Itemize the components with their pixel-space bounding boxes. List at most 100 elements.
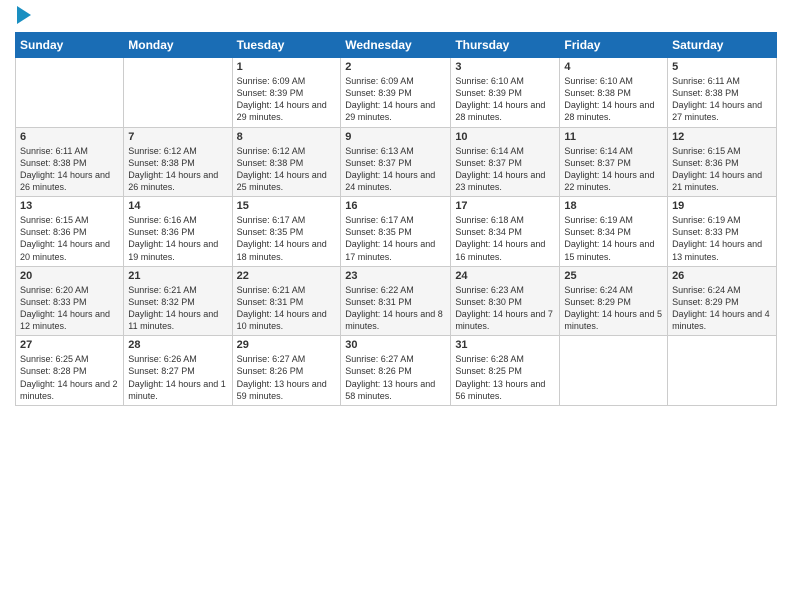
day-number: 7 bbox=[128, 131, 227, 143]
calendar-cell: 11Sunrise: 6:14 AM Sunset: 8:37 PM Dayli… bbox=[560, 127, 668, 197]
calendar-week-4: 20 Sunrise: 6:20 AM Sunset: 8:33 PM Dayli… bbox=[16, 266, 777, 336]
calendar-cell: 20 Sunrise: 6:20 AM Sunset: 8:33 PM Dayli… bbox=[16, 266, 124, 336]
day-number: 17 bbox=[455, 200, 555, 212]
calendar-cell: 15Sunrise: 6:17 AM Sunset: 8:35 PM Dayli… bbox=[232, 197, 341, 267]
day-info: Sunrise: 6:22 AM Sunset: 8:31 PM Dayligh… bbox=[345, 284, 446, 333]
day-info: Sunrise: 6:10 AM Sunset: 8:38 PM Dayligh… bbox=[564, 75, 663, 124]
day-number: 6 bbox=[20, 131, 119, 143]
day-number: 10 bbox=[455, 131, 555, 143]
day-info: Sunrise: 6:21 AM Sunset: 8:32 PM Dayligh… bbox=[128, 284, 227, 333]
day-info: Sunrise: 6:27 AM Sunset: 8:26 PM Dayligh… bbox=[237, 353, 337, 402]
day-info: Sunrise: 6:28 AM Sunset: 8:25 PM Dayligh… bbox=[455, 353, 555, 402]
day-number: 20 bbox=[20, 270, 119, 282]
day-info: Sunrise: 6:24 AM Sunset: 8:29 PM Dayligh… bbox=[672, 284, 772, 333]
calendar-cell: 18 Sunrise: 6:19 AM Sunset: 8:34 PM Dayli… bbox=[560, 197, 668, 267]
calendar-week-5: 27 Sunrise: 6:25 AM Sunset: 8:28 PM Dayli… bbox=[16, 336, 777, 406]
calendar-cell: 27 Sunrise: 6:25 AM Sunset: 8:28 PM Dayli… bbox=[16, 336, 124, 406]
day-number: 22 bbox=[237, 270, 337, 282]
calendar-cell: 22 Sunrise: 6:21 AM Sunset: 8:31 PM Dayli… bbox=[232, 266, 341, 336]
day-number: 2 bbox=[345, 61, 446, 73]
day-info: Sunrise: 6:14 AM Sunset: 8:37 PM Dayligh… bbox=[564, 145, 663, 194]
calendar-week-1: 1 Sunrise: 6:09 AM Sunset: 8:39 PM Daylig… bbox=[16, 58, 777, 128]
calendar-cell: 9 Sunrise: 6:13 AM Sunset: 8:37 PM Daylig… bbox=[341, 127, 451, 197]
calendar-cell: 29 Sunrise: 6:27 AM Sunset: 8:26 PM Dayli… bbox=[232, 336, 341, 406]
calendar-cell: 7 Sunrise: 6:12 AM Sunset: 8:38 PM Daylig… bbox=[124, 127, 232, 197]
day-info: Sunrise: 6:26 AM Sunset: 8:27 PM Dayligh… bbox=[128, 353, 227, 402]
day-number: 21 bbox=[128, 270, 227, 282]
calendar-week-3: 13 Sunrise: 6:15 AM Sunset: 8:36 PM Dayli… bbox=[16, 197, 777, 267]
day-info: Sunrise: 6:11 AM Sunset: 8:38 PM Dayligh… bbox=[672, 75, 772, 124]
day-number: 24 bbox=[455, 270, 555, 282]
day-info: Sunrise: 6:16 AM Sunset: 8:36 PM Dayligh… bbox=[128, 214, 227, 263]
day-number: 12 bbox=[672, 131, 772, 143]
calendar-cell: 2 Sunrise: 6:09 AM Sunset: 8:39 PM Daylig… bbox=[341, 58, 451, 128]
day-number: 19 bbox=[672, 200, 772, 212]
calendar-header-monday: Monday bbox=[124, 33, 232, 58]
calendar-header-row: SundayMondayTuesdayWednesdayThursdayFrid… bbox=[16, 33, 777, 58]
calendar-cell: 1 Sunrise: 6:09 AM Sunset: 8:39 PM Daylig… bbox=[232, 58, 341, 128]
day-info: Sunrise: 6:25 AM Sunset: 8:28 PM Dayligh… bbox=[20, 353, 119, 402]
calendar-cell: 19 Sunrise: 6:19 AM Sunset: 8:33 PM Dayli… bbox=[668, 197, 777, 267]
calendar-header-wednesday: Wednesday bbox=[341, 33, 451, 58]
calendar-cell bbox=[16, 58, 124, 128]
calendar-cell: 3 Sunrise: 6:10 AM Sunset: 8:39 PM Daylig… bbox=[451, 58, 560, 128]
logo-arrow-icon bbox=[17, 6, 31, 24]
day-info: Sunrise: 6:18 AM Sunset: 8:34 PM Dayligh… bbox=[455, 214, 555, 263]
calendar-cell: 30Sunrise: 6:27 AM Sunset: 8:26 PM Dayli… bbox=[341, 336, 451, 406]
header bbox=[15, 10, 777, 24]
calendar-cell: 24 Sunrise: 6:23 AM Sunset: 8:30 PM Dayli… bbox=[451, 266, 560, 336]
day-number: 15 bbox=[237, 200, 337, 212]
calendar-cell: 4 Sunrise: 6:10 AM Sunset: 8:38 PM Daylig… bbox=[560, 58, 668, 128]
calendar-cell: 26 Sunrise: 6:24 AM Sunset: 8:29 PM Dayli… bbox=[668, 266, 777, 336]
calendar-cell: 23 Sunrise: 6:22 AM Sunset: 8:31 PM Dayli… bbox=[341, 266, 451, 336]
calendar-cell: 25Sunrise: 6:24 AM Sunset: 8:29 PM Dayli… bbox=[560, 266, 668, 336]
day-info: Sunrise: 6:10 AM Sunset: 8:39 PM Dayligh… bbox=[455, 75, 555, 124]
calendar-cell: 12Sunrise: 6:15 AM Sunset: 8:36 PM Dayli… bbox=[668, 127, 777, 197]
day-number: 27 bbox=[20, 339, 119, 351]
day-number: 29 bbox=[237, 339, 337, 351]
calendar-cell: 10Sunrise: 6:14 AM Sunset: 8:37 PM Dayli… bbox=[451, 127, 560, 197]
calendar-cell: 5Sunrise: 6:11 AM Sunset: 8:38 PM Daylig… bbox=[668, 58, 777, 128]
day-info: Sunrise: 6:12 AM Sunset: 8:38 PM Dayligh… bbox=[128, 145, 227, 194]
day-info: Sunrise: 6:09 AM Sunset: 8:39 PM Dayligh… bbox=[237, 75, 337, 124]
day-number: 14 bbox=[128, 200, 227, 212]
calendar-header-friday: Friday bbox=[560, 33, 668, 58]
calendar-cell: 17 Sunrise: 6:18 AM Sunset: 8:34 PM Dayli… bbox=[451, 197, 560, 267]
calendar-header-saturday: Saturday bbox=[668, 33, 777, 58]
day-info: Sunrise: 6:12 AM Sunset: 8:38 PM Dayligh… bbox=[237, 145, 337, 194]
day-info: Sunrise: 6:13 AM Sunset: 8:37 PM Dayligh… bbox=[345, 145, 446, 194]
calendar-cell bbox=[560, 336, 668, 406]
day-number: 1 bbox=[237, 61, 337, 73]
day-number: 26 bbox=[672, 270, 772, 282]
day-info: Sunrise: 6:19 AM Sunset: 8:34 PM Dayligh… bbox=[564, 214, 663, 263]
day-number: 4 bbox=[564, 61, 663, 73]
day-info: Sunrise: 6:17 AM Sunset: 8:35 PM Dayligh… bbox=[345, 214, 446, 263]
logo bbox=[15, 10, 31, 24]
day-number: 9 bbox=[345, 131, 446, 143]
day-info: Sunrise: 6:15 AM Sunset: 8:36 PM Dayligh… bbox=[20, 214, 119, 263]
calendar-header-thursday: Thursday bbox=[451, 33, 560, 58]
calendar-cell: 31Sunrise: 6:28 AM Sunset: 8:25 PM Dayli… bbox=[451, 336, 560, 406]
day-info: Sunrise: 6:11 AM Sunset: 8:38 PM Dayligh… bbox=[20, 145, 119, 194]
day-number: 3 bbox=[455, 61, 555, 73]
calendar-table: SundayMondayTuesdayWednesdayThursdayFrid… bbox=[15, 32, 777, 406]
day-info: Sunrise: 6:21 AM Sunset: 8:31 PM Dayligh… bbox=[237, 284, 337, 333]
day-info: Sunrise: 6:20 AM Sunset: 8:33 PM Dayligh… bbox=[20, 284, 119, 333]
day-number: 8 bbox=[237, 131, 337, 143]
calendar-cell: 13 Sunrise: 6:15 AM Sunset: 8:36 PM Dayli… bbox=[16, 197, 124, 267]
calendar-cell bbox=[668, 336, 777, 406]
calendar-header-tuesday: Tuesday bbox=[232, 33, 341, 58]
day-number: 13 bbox=[20, 200, 119, 212]
page: SundayMondayTuesdayWednesdayThursdayFrid… bbox=[0, 0, 792, 612]
calendar-cell bbox=[124, 58, 232, 128]
day-info: Sunrise: 6:23 AM Sunset: 8:30 PM Dayligh… bbox=[455, 284, 555, 333]
calendar-cell: 14 Sunrise: 6:16 AM Sunset: 8:36 PM Dayli… bbox=[124, 197, 232, 267]
day-info: Sunrise: 6:19 AM Sunset: 8:33 PM Dayligh… bbox=[672, 214, 772, 263]
day-info: Sunrise: 6:09 AM Sunset: 8:39 PM Dayligh… bbox=[345, 75, 446, 124]
day-number: 25 bbox=[564, 270, 663, 282]
day-number: 18 bbox=[564, 200, 663, 212]
calendar-cell: 28Sunrise: 6:26 AM Sunset: 8:27 PM Dayli… bbox=[124, 336, 232, 406]
day-number: 16 bbox=[345, 200, 446, 212]
calendar-cell: 8 Sunrise: 6:12 AM Sunset: 8:38 PM Daylig… bbox=[232, 127, 341, 197]
day-number: 23 bbox=[345, 270, 446, 282]
